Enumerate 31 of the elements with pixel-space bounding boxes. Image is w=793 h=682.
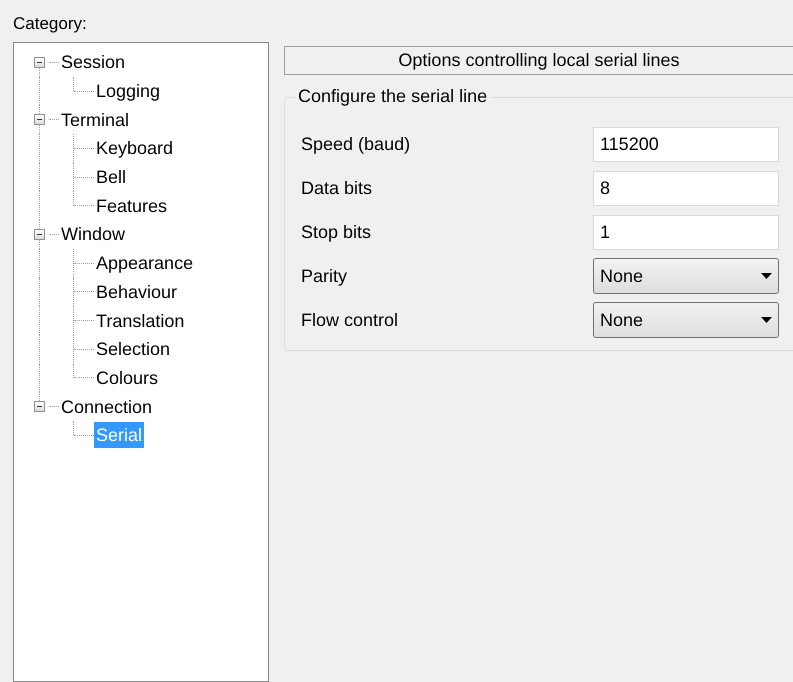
field-label: Data bits: [301, 176, 372, 200]
tree-item[interactable]: Appearance: [94, 250, 196, 276]
tree-item[interactable]: Translation: [94, 308, 186, 334]
collapse-icon[interactable]: [34, 401, 45, 412]
category-label: Category:: [13, 13, 88, 35]
tree-item[interactable]: Behaviour: [94, 278, 180, 305]
tree-item[interactable]: Selection: [94, 336, 172, 362]
tree-item[interactable]: Keyboard: [94, 135, 176, 162]
tree-item[interactable]: Colours: [94, 364, 160, 391]
field-label: Flow control: [301, 308, 398, 332]
collapse-icon[interactable]: [34, 56, 45, 68]
text-field[interactable]: 1: [593, 214, 779, 250]
text-field[interactable]: 115200: [593, 126, 779, 162]
field-label: Speed (baud): [301, 132, 410, 156]
collapse-icon[interactable]: [34, 114, 45, 126]
tree-item[interactable]: Session: [59, 49, 128, 76]
tree-item[interactable]: Connection: [59, 394, 154, 420]
field-label: Parity: [301, 264, 348, 288]
tree-item[interactable]: Terminal: [59, 106, 132, 133]
caret-icon: [761, 273, 772, 279]
panel-header: Options controlling local serial lines: [284, 46, 793, 75]
collapse-icon[interactable]: [34, 228, 45, 240]
tree-item[interactable]: Features: [94, 192, 170, 219]
tree-item[interactable]: Bell: [94, 164, 128, 190]
tree-item[interactable]: Window: [59, 221, 128, 248]
text-field[interactable]: 8: [593, 170, 779, 206]
field-label: Stop bits: [301, 220, 372, 244]
dropdown[interactable]: None: [593, 258, 779, 294]
dropdown[interactable]: None: [593, 302, 779, 338]
caret-icon: [761, 317, 772, 323]
tree-item[interactable]: Logging: [94, 78, 162, 104]
